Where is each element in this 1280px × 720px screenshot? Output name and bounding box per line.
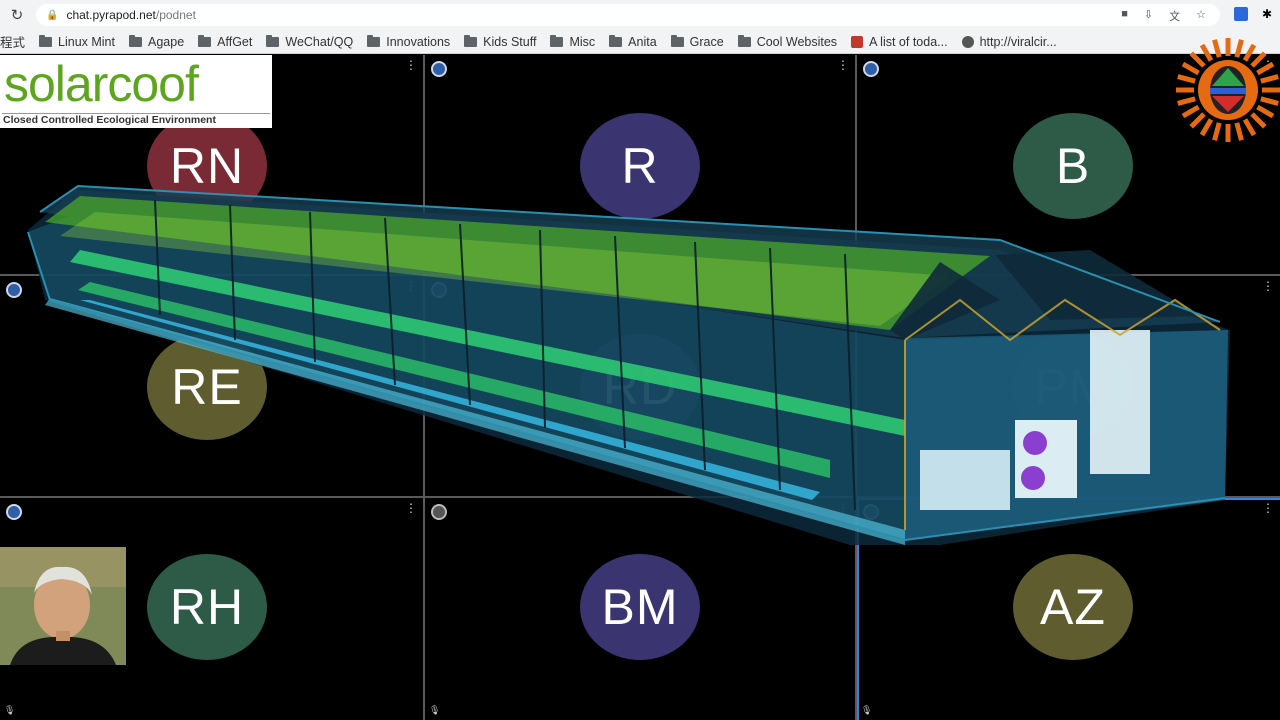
sun-ray xyxy=(1256,104,1275,119)
sun-ray xyxy=(1189,112,1206,129)
sun-ray xyxy=(1256,61,1275,76)
participant-photo xyxy=(0,547,126,665)
sun-ray xyxy=(1181,61,1200,76)
valve-top xyxy=(1023,431,1047,455)
logo-brand: solarcoof xyxy=(4,56,199,112)
sun-ray xyxy=(1199,43,1214,62)
airlock-door xyxy=(1090,330,1150,474)
sun-ray xyxy=(1250,51,1267,68)
sun-ray xyxy=(1260,74,1279,84)
sun-ray xyxy=(1250,112,1267,129)
sun-ray xyxy=(1212,122,1222,141)
equipment-box xyxy=(920,450,1010,510)
sun-ray xyxy=(1177,96,1196,106)
sun-ray xyxy=(1260,96,1279,106)
solarcoof-logo: solarcoof Closed Controlled Ecological E… xyxy=(0,55,272,128)
valve-bottom xyxy=(1021,466,1045,490)
sun-ray xyxy=(1177,74,1196,84)
tank-unit xyxy=(1015,420,1077,498)
sun-ray xyxy=(1242,118,1257,137)
sun-ray xyxy=(1199,118,1214,137)
sun-ray xyxy=(1242,43,1257,62)
sun-ray xyxy=(1212,39,1222,58)
sun-ray xyxy=(1234,122,1244,141)
sunburst-logo xyxy=(1176,38,1280,142)
logo-tagline: Closed Controlled Ecological Environment xyxy=(3,114,216,126)
sun-ray xyxy=(1181,104,1200,119)
sun-ray xyxy=(1234,39,1244,58)
sun-ray xyxy=(1189,51,1206,68)
